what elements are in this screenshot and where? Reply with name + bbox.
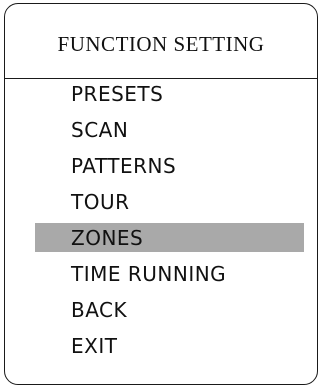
function-setting-menu: FUNCTION SETTING PRESETS SCAN PATTERNS T… (4, 3, 318, 385)
menu-item-zones[interactable]: ZONES (5, 223, 317, 259)
menu-title: FUNCTION SETTING (5, 4, 317, 79)
menu-item-label: TIME RUNNING (71, 262, 227, 286)
menu-item-back[interactable]: BACK (5, 295, 317, 331)
menu-item-presets[interactable]: PRESETS (5, 79, 317, 115)
menu-item-label: ZONES (71, 226, 144, 250)
menu-item-exit[interactable]: EXIT (5, 331, 317, 367)
menu-item-label: PRESETS (71, 82, 164, 106)
menu-item-label: EXIT (71, 334, 118, 358)
menu-item-label: PATTERNS (71, 154, 177, 178)
menu-item-patterns[interactable]: PATTERNS (5, 151, 317, 187)
menu-item-label: BACK (71, 298, 128, 322)
menu-item-scan[interactable]: SCAN (5, 115, 317, 151)
menu-item-time-running[interactable]: TIME RUNNING (5, 259, 317, 295)
menu-item-label: TOUR (71, 190, 130, 214)
menu-list: PRESETS SCAN PATTERNS TOUR ZONES TIME RU… (5, 79, 317, 367)
menu-item-tour[interactable]: TOUR (5, 187, 317, 223)
menu-item-label: SCAN (71, 118, 129, 142)
